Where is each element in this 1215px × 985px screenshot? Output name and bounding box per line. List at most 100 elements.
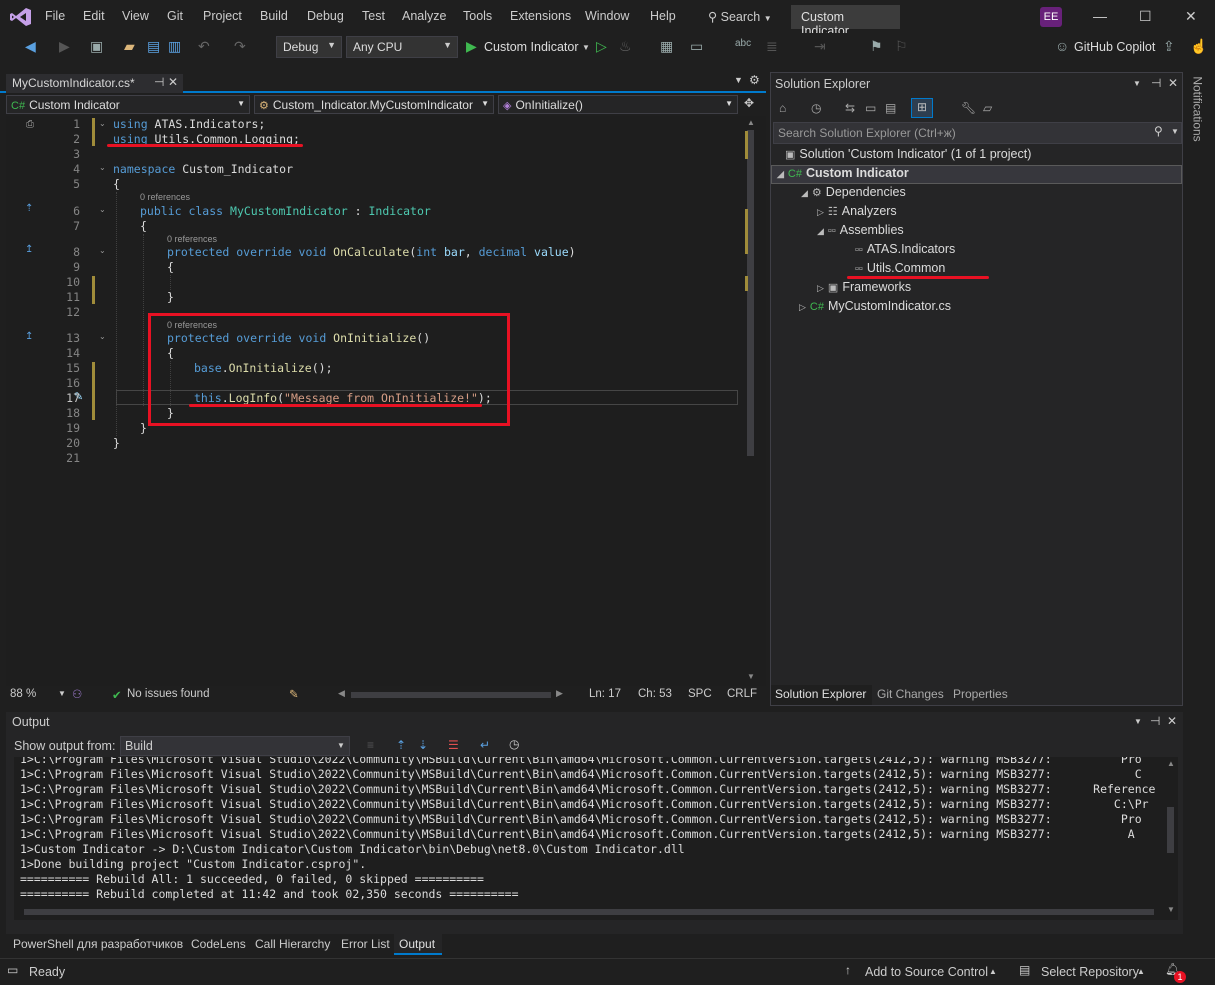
menu-view[interactable]: View <box>122 9 149 23</box>
output-vertical-scrollbar[interactable]: ▲ ▼ <box>1164 757 1178 920</box>
spellcheck-icon[interactable]: abc <box>735 38 751 49</box>
go-to-error-icon[interactable]: ≡ <box>367 738 374 752</box>
search-icon[interactable]: ⚲ <box>1154 124 1163 138</box>
close-icon[interactable]: ✕ <box>1185 8 1197 25</box>
tab-overflow-icon[interactable]: ▼ <box>734 75 743 85</box>
indent-icon[interactable]: ⇥ <box>814 38 826 55</box>
tree-item-file[interactable]: ▷ C# MyCustomIndicator.cs <box>799 299 951 313</box>
collapse-all-icon[interactable]: ▭ <box>865 101 876 115</box>
tab-mycustomindicator[interactable]: MyCustomIndicator.cs* ⊣ ✕ <box>6 74 183 93</box>
show-all-files-icon[interactable]: ▤ <box>885 101 896 115</box>
chevron-down-icon[interactable]: ▼ <box>1171 127 1179 136</box>
save-all-icon[interactable]: ▥ <box>168 38 181 55</box>
zoom-level[interactable]: 88 % <box>10 688 36 700</box>
view-toggle-button[interactable]: ⊞ <box>911 98 933 118</box>
expand-arrow-icon[interactable]: ▷ <box>799 302 806 313</box>
expand-arrow-icon[interactable]: ▷ <box>817 207 824 218</box>
fold-icon[interactable]: ⌄ <box>99 246 106 255</box>
tab-properties[interactable]: Properties <box>953 687 1008 701</box>
output-text-area[interactable]: 1>C:\Program Files\Microsoft Visual Stud… <box>14 757 1164 920</box>
panel-menu-icon[interactable]: ▼ <box>1133 79 1141 88</box>
settings-gear-icon[interactable]: ⚙ <box>749 73 760 87</box>
horizontal-scroll-thumb[interactable] <box>351 692 551 698</box>
scroll-right-icon[interactable]: ▶ <box>556 688 563 699</box>
output-horizontal-scrollbar[interactable] <box>24 909 1154 915</box>
column-indicator[interactable]: Ch: 53 <box>638 688 672 700</box>
hot-reload-icon[interactable]: ♨ <box>619 38 632 55</box>
tree-item-assemblies[interactable]: ◢ ▫▫ Assemblies <box>817 223 904 237</box>
tree-item-dependencies[interactable]: ◢ ⚙ Dependencies <box>801 185 906 199</box>
back-icon[interactable]: ◀ <box>25 38 36 55</box>
implementation-icon[interactable]: ⇡ <box>25 203 33 214</box>
undo-icon[interactable]: ↶ <box>198 38 210 55</box>
menu-tools[interactable]: Tools <box>463 9 492 23</box>
close-tab-icon[interactable]: ✕ <box>168 75 178 89</box>
menu-edit[interactable]: Edit <box>83 9 105 23</box>
minimize-icon[interactable]: — <box>1093 8 1107 24</box>
code-editor[interactable]: ⎙ ⇡ ↥ ↥ ✎ 1 2 3 4 5 6 7 8 9 10 11 12 13 … <box>6 116 766 686</box>
line-indicator[interactable]: Ln: 17 <box>589 688 621 700</box>
pin-icon[interactable]: ⊣ <box>1150 714 1160 728</box>
menu-analyze[interactable]: Analyze <box>402 9 446 23</box>
tab-output[interactable]: Output <box>394 934 442 955</box>
fold-icon[interactable]: ⌄ <box>99 119 106 128</box>
add-to-source-control-button[interactable]: Add to Source Control <box>865 965 988 979</box>
clear-all-icon[interactable]: ☰ <box>448 738 459 752</box>
codelens-references[interactable]: 0 references <box>167 234 217 244</box>
tree-item-utils-common[interactable]: ▫▫ Utils.Common <box>855 261 945 275</box>
tab-codelens[interactable]: CodeLens <box>191 937 246 951</box>
project-nav-select[interactable]: C# Custom Indicator ▼ <box>6 95 250 114</box>
open-folder-icon[interactable]: ▰ <box>124 38 135 55</box>
start-without-debugging-icon[interactable]: ▷ <box>596 38 607 55</box>
solution-search-input[interactable]: Search Solution Explorer (Ctrl+ж) ⚲ ▼ <box>773 122 1182 144</box>
pin-icon[interactable]: ⊣ <box>154 75 164 89</box>
comment-icon[interactable]: ≣ <box>766 38 778 55</box>
menu-test[interactable]: Test <box>362 9 385 23</box>
tab-powershell[interactable]: PowerShell для разработчиков <box>13 937 183 951</box>
tree-item-solution[interactable]: ▣ Solution 'Custom Indicator' (1 of 1 pro… <box>785 147 1031 161</box>
layout-icon[interactable]: ▭ <box>690 38 703 55</box>
member-nav-select[interactable]: ◈ OnInitialize() ▼ <box>498 95 738 114</box>
feedback-icon[interactable]: ☝ <box>1190 38 1207 55</box>
expand-arrow-icon[interactable]: ▷ <box>817 283 824 294</box>
tree-item-frameworks[interactable]: ▷ ▣ Frameworks <box>817 280 911 294</box>
panel-menu-icon[interactable]: ▼ <box>1134 717 1142 726</box>
run-target-label[interactable]: Custom Indicator <box>484 40 578 54</box>
sync-icon[interactable]: ⇆ <box>845 101 855 115</box>
word-wrap-icon[interactable]: ↵ <box>480 738 490 752</box>
visual-studio-logo-icon[interactable] <box>10 7 32 27</box>
search-button[interactable]: ⚲ Search ▼ <box>700 6 784 28</box>
scroll-down-icon[interactable]: ▼ <box>747 672 755 681</box>
scroll-thumb[interactable] <box>747 130 754 456</box>
bookmark-prev-icon[interactable]: ⚐ <box>895 38 908 55</box>
copilot-status-icon[interactable]: ⚇ <box>72 687 82 701</box>
fold-icon[interactable]: ⌄ <box>99 205 106 214</box>
tab-git-changes[interactable]: Git Changes <box>877 687 944 701</box>
new-project-icon[interactable]: ▣ <box>90 38 103 55</box>
properties-wrench-icon[interactable]: 🔧︎ <box>961 101 976 115</box>
tree-item-analyzers[interactable]: ▷ ☷ Analyzers <box>817 204 897 218</box>
menu-git[interactable]: Git <box>167 9 183 23</box>
menu-project[interactable]: Project <box>203 9 242 23</box>
tab-solution-explorer[interactable]: Solution Explorer <box>771 685 872 705</box>
next-message-icon[interactable]: ⇣ <box>418 738 428 752</box>
history-icon[interactable]: ◷ <box>811 101 821 115</box>
menu-file[interactable]: File <box>45 9 65 23</box>
tab-error-list[interactable]: Error List <box>341 937 390 951</box>
notifications-side-tab[interactable]: Notifications <box>1187 72 1209 152</box>
pin-icon[interactable]: ⊣ <box>1151 76 1161 90</box>
maximize-icon[interactable]: ☐ <box>1139 8 1152 25</box>
select-repository-button[interactable]: Select Repository <box>1041 965 1139 979</box>
scroll-down-icon[interactable]: ▼ <box>1167 905 1175 914</box>
chevron-down-icon[interactable]: ▼ <box>58 689 66 698</box>
collapse-arrow-icon[interactable]: ◢ <box>801 188 808 199</box>
menu-help[interactable]: Help <box>650 9 676 23</box>
redo-icon[interactable]: ↷ <box>234 38 246 55</box>
chevron-up-icon[interactable]: ▲ <box>1137 967 1145 976</box>
copilot-icon[interactable]: ☺ <box>1055 38 1069 54</box>
scroll-left-icon[interactable]: ◀ <box>338 688 345 699</box>
whitespace-indicator[interactable]: SPC <box>688 688 712 700</box>
close-icon[interactable]: ✕ <box>1168 76 1178 90</box>
tree-item-project[interactable]: ◢ C# Custom Indicator <box>777 166 909 180</box>
fold-icon[interactable]: ⌄ <box>99 332 106 341</box>
